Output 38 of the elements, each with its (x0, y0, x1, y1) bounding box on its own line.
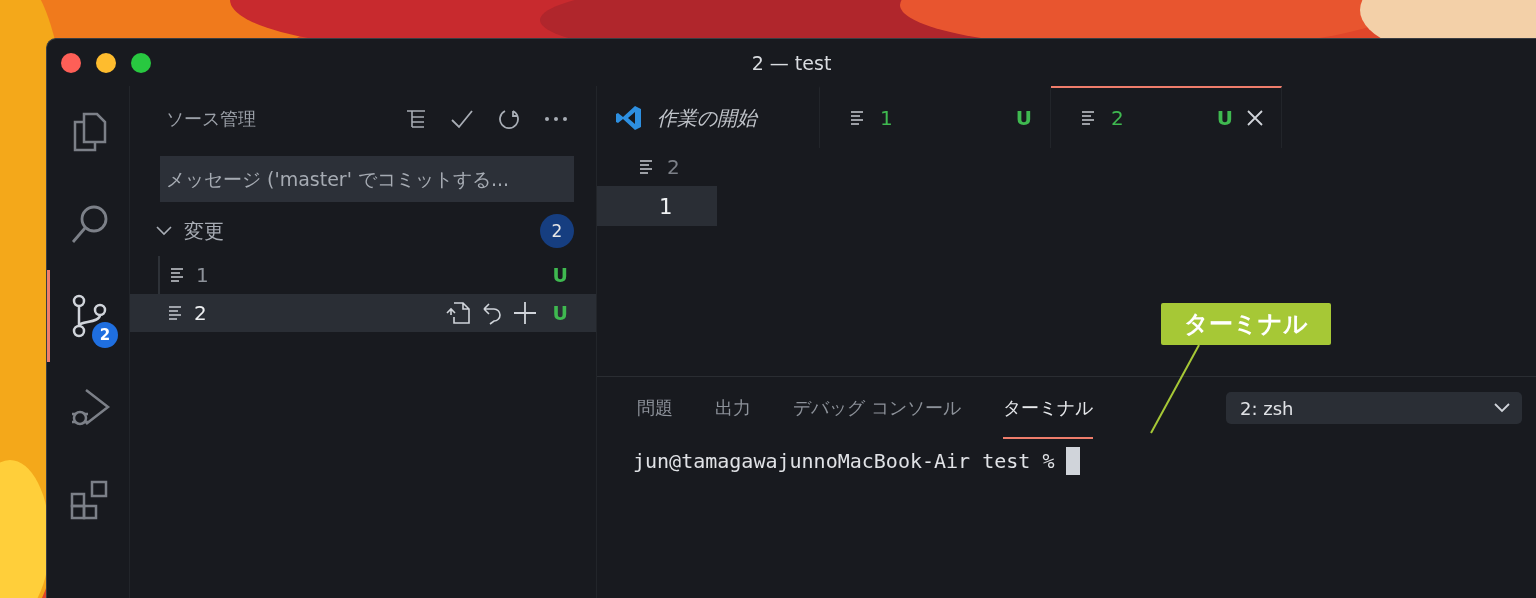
undo-icon[interactable] (480, 301, 503, 325)
breadcrumb[interactable]: 2 (667, 155, 680, 179)
chevron-icon[interactable] (156, 226, 172, 236)
text-file-icon (170, 268, 186, 282)
annotation-label: ターミナル (1161, 303, 1331, 345)
code-editor-logo-icon (615, 104, 643, 132)
tree-view-icon[interactable] (406, 109, 426, 129)
file-list-item[interactable]: 2 U (130, 294, 596, 332)
close-window-button[interactable] (61, 53, 81, 73)
more-icon[interactable] (544, 116, 568, 122)
panel-title: ソース管理 (166, 107, 256, 131)
open-file-icon[interactable] (444, 301, 471, 325)
commit-message-field[interactable]: メッセージ ('master' でコミットする... (160, 156, 574, 202)
text-file-icon (168, 306, 184, 320)
panel-tab[interactable]: デバッグ コンソール (793, 377, 961, 439)
terminal-select[interactable]: 2: zsh (1226, 392, 1522, 424)
panel-tab[interactable]: ターミナル (1002, 377, 1093, 439)
text-file-icon (639, 160, 655, 174)
panel-tab[interactable]: 出力 (715, 377, 751, 439)
window-title: 2 — test (751, 51, 832, 74)
terminal-prompt: jun@tamagawajunnoMacBook-Air test % (633, 449, 1055, 473)
editor-tab[interactable]: 2 U (1051, 86, 1282, 148)
count-badge: 2 (92, 322, 118, 348)
plus-icon[interactable] (512, 301, 537, 325)
minimize-window-button[interactable] (96, 53, 116, 73)
text-file-icon (850, 111, 866, 125)
text-file-icon (1081, 111, 1097, 125)
panel-tab[interactable]: 問題 (637, 377, 673, 439)
close-icon[interactable] (1247, 110, 1263, 126)
zoom-window-button[interactable] (131, 53, 151, 73)
chevron-icon (1494, 403, 1510, 413)
group-label[interactable]: 変更 (184, 217, 528, 245)
check-icon[interactable] (450, 109, 474, 129)
count-badge: 2 (540, 214, 574, 248)
text-cursor (1066, 447, 1081, 475)
refresh-icon[interactable] (498, 108, 520, 130)
line-number: 1 (597, 186, 717, 226)
editor-tab[interactable]: 作業の開始 (597, 86, 820, 148)
